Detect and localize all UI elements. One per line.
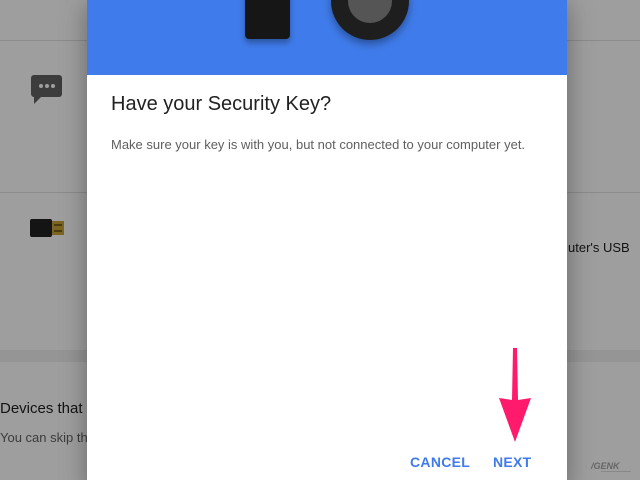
dialog-title: Have your Security Key?: [111, 93, 332, 115]
arrow-down-icon: [499, 348, 531, 442]
svg-text:/GENK: /GENK: [590, 461, 621, 471]
key-disc-center: [348, 0, 392, 23]
security-key-fob-icon: [245, 0, 290, 39]
cancel-button[interactable]: CANCEL: [410, 454, 470, 470]
next-button[interactable]: NEXT: [493, 454, 532, 470]
security-key-dialog: Have your Security Key? Make sure your k…: [87, 0, 567, 480]
dialog-header-illustration: [87, 0, 567, 75]
genk-logo-watermark: /GENK: [590, 461, 631, 472]
security-key-disc-icon: [331, 0, 409, 40]
dialog-body-text: Make sure your key is with you, but not …: [111, 137, 526, 152]
